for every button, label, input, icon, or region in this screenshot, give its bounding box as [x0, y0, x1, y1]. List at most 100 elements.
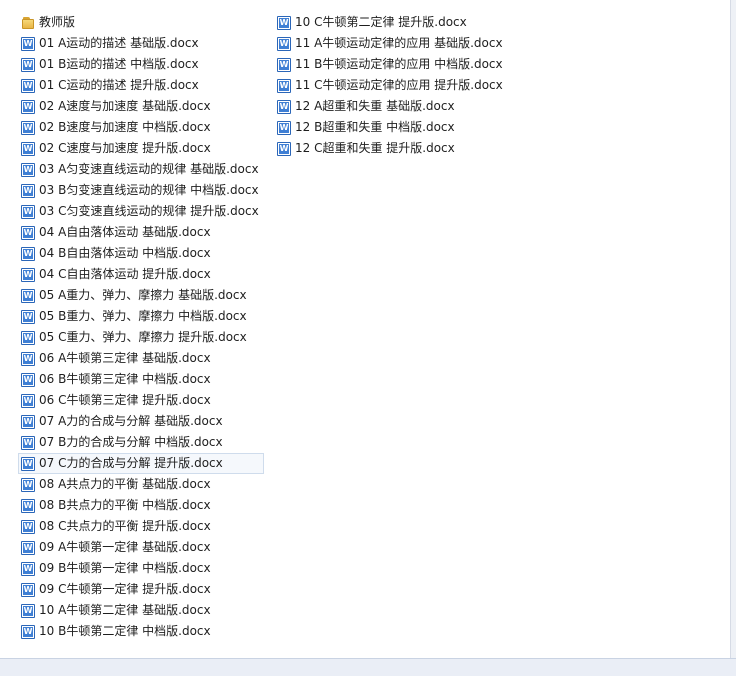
word-document-icon	[277, 141, 291, 156]
file-item[interactable]: 07 C力的合成与分解 提升版.docx	[18, 453, 264, 474]
file-item[interactable]: 04 C自由落体运动 提升版.docx	[18, 264, 264, 285]
file-name-label: 05 C重力、弹力、摩擦力 提升版.docx	[39, 330, 247, 344]
file-name-label: 08 B共点力的平衡 中档版.docx	[39, 498, 211, 512]
file-name-label: 09 B牛顿第一定律 中档版.docx	[39, 561, 211, 575]
file-item[interactable]: 01 B运动的描述 中档版.docx	[18, 54, 264, 75]
file-name-label: 06 B牛顿第三定律 中档版.docx	[39, 372, 211, 386]
word-document-icon	[277, 78, 291, 93]
file-name-label: 07 B力的合成与分解 中档版.docx	[39, 435, 223, 449]
file-name-label: 10 A牛顿第二定律 基础版.docx	[39, 603, 211, 617]
word-document-icon	[21, 162, 35, 177]
word-document-icon	[21, 603, 35, 618]
file-item[interactable]: 12 B超重和失重 中档版.docx	[274, 117, 508, 138]
word-document-icon	[21, 288, 35, 303]
file-item[interactable]: 08 B共点力的平衡 中档版.docx	[18, 495, 264, 516]
word-document-icon	[21, 183, 35, 198]
word-document-icon	[21, 624, 35, 639]
file-item[interactable]: 06 A牛顿第三定律 基础版.docx	[18, 348, 264, 369]
word-document-icon	[21, 204, 35, 219]
file-name-label: 02 C速度与加速度 提升版.docx	[39, 141, 211, 155]
file-name-label: 02 B速度与加速度 中档版.docx	[39, 120, 211, 134]
word-document-icon	[21, 561, 35, 576]
file-name-label: 06 A牛顿第三定律 基础版.docx	[39, 351, 211, 365]
word-document-icon	[21, 351, 35, 366]
file-name-label: 07 C力的合成与分解 提升版.docx	[39, 456, 223, 470]
file-item[interactable]: 11 B牛顿运动定律的应用 中档版.docx	[274, 54, 508, 75]
folder-icon	[21, 16, 35, 30]
file-list-pane: 教师版 01 A运动的描述 基础版.docx 01 B运动的描述 中档版.docx 0…	[0, 0, 731, 658]
file-item[interactable]: 01 A运动的描述 基础版.docx	[18, 33, 264, 54]
file-item[interactable]: 06 B牛顿第三定律 中档版.docx	[18, 369, 264, 390]
file-item[interactable]: 09 C牛顿第一定律 提升版.docx	[18, 579, 264, 600]
word-document-icon	[21, 582, 35, 597]
file-item[interactable]: 12 C超重和失重 提升版.docx	[274, 138, 508, 159]
file-item[interactable]: 09 B牛顿第一定律 中档版.docx	[18, 558, 264, 579]
word-document-icon	[21, 414, 35, 429]
file-item[interactable]: 04 B自由落体运动 中档版.docx	[18, 243, 264, 264]
word-document-icon	[21, 78, 35, 93]
file-name-label: 07 A力的合成与分解 基础版.docx	[39, 414, 223, 428]
file-item[interactable]: 09 A牛顿第一定律 基础版.docx	[18, 537, 264, 558]
word-document-icon	[21, 225, 35, 240]
file-name-label: 12 C超重和失重 提升版.docx	[295, 141, 455, 155]
word-document-icon	[277, 99, 291, 114]
file-name-label: 11 C牛顿运动定律的应用 提升版.docx	[295, 78, 503, 92]
word-document-icon	[21, 393, 35, 408]
file-name-label: 01 B运动的描述 中档版.docx	[39, 57, 199, 71]
file-item[interactable]: 03 A匀变速直线运动的规律 基础版.docx	[18, 159, 264, 180]
file-item[interactable]: 08 A共点力的平衡 基础版.docx	[18, 474, 264, 495]
file-item[interactable]: 10 C牛顿第二定律 提升版.docx	[274, 12, 508, 33]
file-item[interactable]: 02 A速度与加速度 基础版.docx	[18, 96, 264, 117]
file-item[interactable]: 03 C匀变速直线运动的规律 提升版.docx	[18, 201, 264, 222]
file-name-label: 12 B超重和失重 中档版.docx	[295, 120, 455, 134]
word-document-icon	[277, 36, 291, 51]
file-name-label: 10 B牛顿第二定律 中档版.docx	[39, 624, 211, 638]
file-name-label: 09 C牛顿第一定律 提升版.docx	[39, 582, 211, 596]
file-item[interactable]: 02 B速度与加速度 中档版.docx	[18, 117, 264, 138]
file-item[interactable]: 08 C共点力的平衡 提升版.docx	[18, 516, 264, 537]
word-document-icon	[21, 99, 35, 114]
file-name-label: 03 C匀变速直线运动的规律 提升版.docx	[39, 204, 259, 218]
file-item[interactable]: 04 A自由落体运动 基础版.docx	[18, 222, 264, 243]
file-name-label: 教师版	[39, 15, 76, 29]
file-name-label: 06 C牛顿第三定律 提升版.docx	[39, 393, 211, 407]
word-document-icon	[21, 372, 35, 387]
word-document-icon	[277, 57, 291, 72]
file-item[interactable]: 05 B重力、弹力、摩擦力 中档版.docx	[18, 306, 264, 327]
file-name-label: 01 C运动的描述 提升版.docx	[39, 78, 199, 92]
word-document-icon	[21, 456, 35, 471]
word-document-icon	[21, 519, 35, 534]
file-name-label: 08 A共点力的平衡 基础版.docx	[39, 477, 211, 491]
word-document-icon	[21, 330, 35, 345]
file-name-label: 04 A自由落体运动 基础版.docx	[39, 225, 211, 239]
file-name-label: 12 A超重和失重 基础版.docx	[295, 99, 455, 113]
word-document-icon	[21, 540, 35, 555]
file-item[interactable]: 05 A重力、弹力、摩擦力 基础版.docx	[18, 285, 264, 306]
file-item[interactable]: 02 C速度与加速度 提升版.docx	[18, 138, 264, 159]
file-name-label: 04 B自由落体运动 中档版.docx	[39, 246, 211, 260]
file-item[interactable]: 05 C重力、弹力、摩擦力 提升版.docx	[18, 327, 264, 348]
file-item[interactable]: 10 B牛顿第二定律 中档版.docx	[18, 621, 264, 642]
file-item[interactable]: 10 A牛顿第二定律 基础版.docx	[18, 600, 264, 621]
word-document-icon	[277, 120, 291, 135]
folder-item[interactable]: 教师版	[18, 12, 264, 33]
file-item[interactable]: 07 A力的合成与分解 基础版.docx	[18, 411, 264, 432]
word-document-icon	[21, 120, 35, 135]
file-item[interactable]: 06 C牛顿第三定律 提升版.docx	[18, 390, 264, 411]
file-name-label: 01 A运动的描述 基础版.docx	[39, 36, 199, 50]
word-document-icon	[21, 309, 35, 324]
status-bar	[0, 658, 736, 676]
file-name-label: 11 A牛顿运动定律的应用 基础版.docx	[295, 36, 503, 50]
word-document-icon	[21, 141, 35, 156]
file-item[interactable]: 12 A超重和失重 基础版.docx	[274, 96, 508, 117]
file-item[interactable]: 11 C牛顿运动定律的应用 提升版.docx	[274, 75, 508, 96]
file-name-label: 03 A匀变速直线运动的规律 基础版.docx	[39, 162, 259, 176]
file-item[interactable]: 01 C运动的描述 提升版.docx	[18, 75, 264, 96]
file-item[interactable]: 07 B力的合成与分解 中档版.docx	[18, 432, 264, 453]
word-document-icon	[21, 246, 35, 261]
word-document-icon	[21, 36, 35, 51]
file-item[interactable]: 03 B匀变速直线运动的规律 中档版.docx	[18, 180, 264, 201]
file-item[interactable]: 11 A牛顿运动定律的应用 基础版.docx	[274, 33, 508, 54]
file-name-label: 11 B牛顿运动定律的应用 中档版.docx	[295, 57, 503, 71]
file-name-label: 04 C自由落体运动 提升版.docx	[39, 267, 211, 281]
